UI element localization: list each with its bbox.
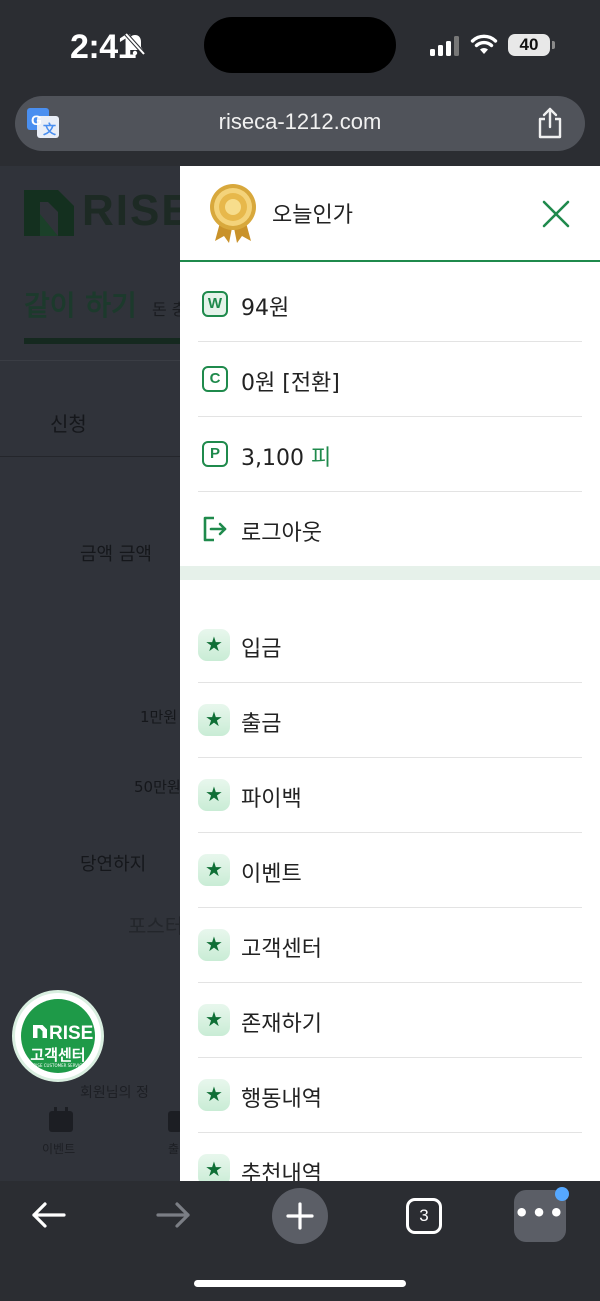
point-unit: 피 bbox=[310, 446, 332, 471]
cs-badge-inner: RISE 고객센터 RISE CUSTOMER SERVICE bbox=[21, 999, 95, 1073]
logout-icon bbox=[203, 516, 227, 542]
logout-row[interactable]: 로그아웃 bbox=[198, 492, 582, 567]
wallet-c-icon: C bbox=[202, 366, 228, 392]
dynamic-island bbox=[204, 17, 396, 73]
wallet-row-won: W 94원 bbox=[198, 267, 582, 342]
cellular-signal-icon bbox=[430, 36, 459, 56]
battery-tip bbox=[552, 41, 555, 49]
amount-label: 금액 금액 bbox=[80, 544, 152, 565]
star-icon: ★ bbox=[198, 1079, 230, 1111]
point-value: 3,100 bbox=[241, 446, 311, 471]
star-icon: ★ bbox=[198, 854, 230, 886]
menu-item-deposit[interactable]: ★ 입금 bbox=[198, 608, 582, 683]
wallet-row-point: P 3,100 피 bbox=[198, 417, 582, 492]
new-tab-button[interactable] bbox=[272, 1188, 328, 1244]
wallet-row-casino[interactable]: C 0원 [전환] bbox=[198, 342, 582, 417]
text-label: 당연하지 bbox=[80, 854, 147, 875]
customer-service-button[interactable]: RISE 고객센터 RISE CUSTOMER SERVICE bbox=[12, 990, 104, 1082]
cs-label: 고객센터 bbox=[30, 1046, 86, 1064]
nav-label: 출 bbox=[168, 1142, 180, 1156]
side-drawer: 오늘인가 W 94원 C 0원 [전환] P 3,100 피 로그아웃 ★ 입금… bbox=[180, 166, 600, 1181]
nav-label: 이벤트 bbox=[42, 1142, 76, 1156]
wifi-icon bbox=[470, 34, 498, 54]
menu-item-label[interactable]: 추천내역 bbox=[241, 1156, 322, 1181]
star-icon: ★ bbox=[198, 704, 230, 736]
section-separator bbox=[180, 566, 600, 580]
wallet-w-icon: W bbox=[202, 291, 228, 317]
wallet-p-icon: P bbox=[202, 441, 228, 467]
plus-icon bbox=[286, 1202, 314, 1230]
battery-indicator: 40 bbox=[508, 34, 550, 56]
menu-item-label[interactable]: 파이백 bbox=[241, 781, 302, 813]
menu-item-label[interactable]: 입금 bbox=[241, 631, 281, 663]
page-tab-title: 같이 하기 bbox=[24, 289, 137, 322]
gold-medal-icon bbox=[210, 184, 256, 243]
menu-item-referral-history[interactable]: ★ 추천내역 bbox=[198, 1133, 582, 1181]
logo-text: RISE bbox=[82, 186, 193, 235]
menu-item-label[interactable]: 고객센터 bbox=[241, 931, 322, 963]
menu-item-existence[interactable]: ★ 존재하기 bbox=[198, 983, 582, 1058]
menu-item-label[interactable]: 존재하기 bbox=[241, 1006, 322, 1038]
rise-logo-icon bbox=[24, 190, 74, 236]
home-indicator bbox=[194, 1280, 406, 1287]
menu-item-label[interactable]: 행동내역 bbox=[241, 1081, 322, 1113]
tab-underline bbox=[24, 338, 184, 344]
url-text[interactable]: riseca-1212.com bbox=[15, 109, 585, 135]
value-label: 1만원 bbox=[140, 708, 178, 726]
bell-muted-icon bbox=[124, 32, 146, 56]
menu-item-event[interactable]: ★ 이벤트 bbox=[198, 833, 582, 908]
drawer-header: 오늘인가 bbox=[180, 166, 600, 262]
menu-item-activity-history[interactable]: ★ 행동내역 bbox=[198, 1058, 582, 1133]
apply-label: 신청 bbox=[50, 412, 87, 436]
logout-label[interactable]: 로그아웃 bbox=[241, 515, 322, 547]
bottom-text: 회원님의 정 bbox=[80, 1085, 149, 1101]
close-icon[interactable] bbox=[538, 196, 574, 232]
menu-item-label[interactable]: 이벤트 bbox=[241, 856, 302, 888]
username: 오늘인가 bbox=[272, 203, 353, 228]
menu-item-label[interactable]: 출금 bbox=[241, 706, 281, 738]
tab-switcher-button[interactable]: 3 bbox=[406, 1198, 442, 1234]
back-icon[interactable] bbox=[30, 1199, 68, 1231]
share-icon[interactable] bbox=[537, 107, 563, 139]
calendar-icon bbox=[49, 1107, 73, 1132]
more-icon: ••• bbox=[514, 1199, 567, 1227]
wallet-casino-balance[interactable]: 0원 [전환] bbox=[241, 365, 340, 397]
rise-logo-icon bbox=[33, 1025, 47, 1038]
star-icon: ★ bbox=[198, 779, 230, 811]
wallet-won-balance: 94원 bbox=[241, 296, 290, 321]
star-icon: ★ bbox=[198, 1154, 230, 1181]
status-bar: 2:41 40 bbox=[0, 0, 600, 90]
menu-item-customer-center[interactable]: ★ 고객센터 bbox=[198, 908, 582, 983]
wallet-point-balance: 3,100 피 bbox=[241, 440, 331, 472]
divider bbox=[0, 360, 180, 361]
address-bar[interactable]: G 文 riseca-1212.com bbox=[15, 96, 585, 151]
star-icon: ★ bbox=[198, 629, 230, 661]
menu-item-withdraw[interactable]: ★ 출금 bbox=[198, 683, 582, 758]
notification-dot bbox=[555, 1187, 569, 1201]
star-icon: ★ bbox=[198, 1004, 230, 1036]
star-icon: ★ bbox=[198, 929, 230, 961]
cs-tagline: RISE CUSTOMER SERVICE bbox=[33, 1063, 85, 1068]
value-label: 50만원 bbox=[134, 778, 181, 796]
text-label: 포스터 bbox=[128, 914, 184, 938]
menu-item-payback[interactable]: ★ 파이백 bbox=[198, 758, 582, 833]
divider bbox=[0, 456, 180, 457]
forward-icon[interactable] bbox=[154, 1199, 192, 1231]
cs-brand: RISE bbox=[49, 1023, 94, 1044]
